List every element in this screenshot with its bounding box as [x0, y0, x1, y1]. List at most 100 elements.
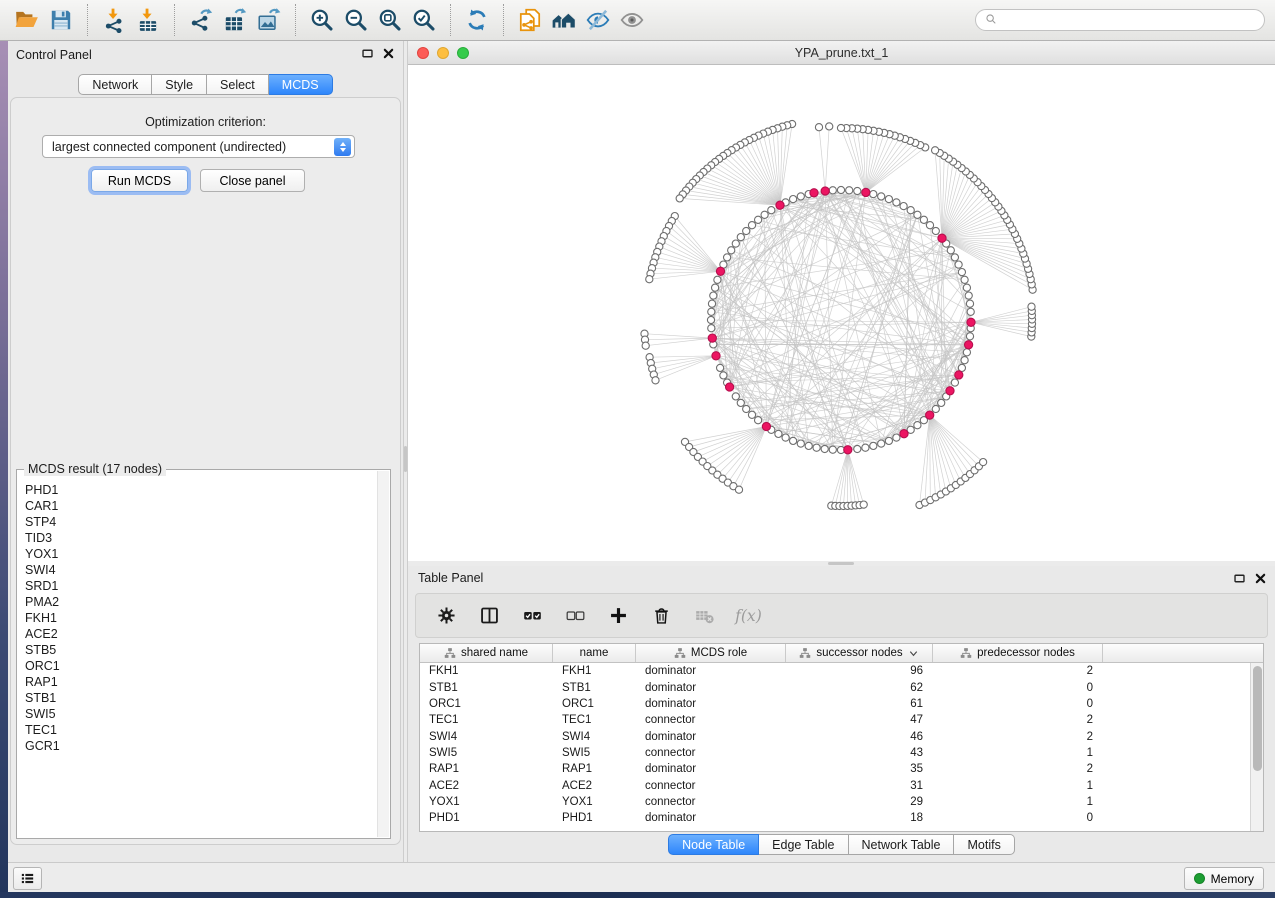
graph-node[interactable]	[813, 444, 820, 451]
graph-node[interactable]	[724, 254, 731, 261]
create-column-button[interactable]	[604, 602, 632, 630]
graph-mcds-node[interactable]	[776, 201, 784, 209]
graph-node[interactable]	[790, 196, 797, 203]
graph-node[interactable]	[870, 191, 877, 198]
graph-node[interactable]	[862, 444, 869, 451]
graph-node[interactable]	[732, 240, 739, 247]
export-network-button[interactable]	[184, 3, 218, 37]
mcds-result-item[interactable]: PHD1	[22, 482, 374, 498]
graph-mcds-node[interactable]	[821, 187, 829, 195]
table-scrollbar[interactable]	[1250, 663, 1263, 831]
graph-node[interactable]	[775, 430, 782, 437]
graph-mcds-node[interactable]	[955, 371, 963, 379]
graph-mcds-node[interactable]	[946, 387, 954, 395]
search-box[interactable]	[975, 9, 1265, 31]
mcds-result-item[interactable]: STB1	[22, 690, 374, 706]
graph-node[interactable]	[963, 349, 970, 356]
maximize-window-icon[interactable]	[457, 47, 469, 59]
graph-mcds-node[interactable]	[862, 188, 870, 196]
graph-mcds-node[interactable]	[938, 234, 946, 242]
graph-node[interactable]	[907, 207, 914, 214]
memory-button[interactable]: Memory	[1184, 867, 1264, 890]
graph-node[interactable]	[965, 292, 972, 299]
graph-node[interactable]	[714, 276, 721, 283]
graph-node[interactable]	[797, 440, 804, 447]
network-titlebar[interactable]: YPA_prune.txt_1	[408, 41, 1275, 65]
graph-mcds-node[interactable]	[810, 189, 818, 197]
graph-node[interactable]	[966, 333, 973, 340]
table-row[interactable]: ACE2ACE2connector311	[420, 777, 1250, 793]
graph-node[interactable]	[870, 442, 877, 449]
table-row[interactable]: ORC1ORC1dominator610	[420, 696, 1250, 712]
graph-mcds-node[interactable]	[726, 383, 734, 391]
graph-node[interactable]	[951, 379, 958, 386]
table-tab-network-table[interactable]: Network Table	[849, 834, 955, 855]
show-columns-button[interactable]	[475, 602, 503, 630]
criterion-select[interactable]: largest connected component (undirected)	[42, 135, 355, 158]
run-mcds-button[interactable]: Run MCDS	[91, 169, 188, 192]
graph-node[interactable]	[878, 440, 885, 447]
zoom-selected-button[interactable]	[407, 3, 441, 37]
mcds-result-item[interactable]: FKH1	[22, 610, 374, 626]
graph-node[interactable]	[1028, 303, 1035, 310]
import-table-button[interactable]	[131, 3, 165, 37]
graph-node[interactable]	[708, 308, 715, 315]
graph-node[interactable]	[743, 227, 750, 234]
graph-node[interactable]	[951, 254, 958, 261]
graph-node[interactable]	[878, 193, 885, 200]
graph-mcds-node[interactable]	[712, 352, 720, 360]
table-tab-node-table[interactable]: Node Table	[668, 834, 759, 855]
graph-node[interactable]	[805, 442, 812, 449]
graph-node[interactable]	[743, 405, 750, 412]
graph-node[interactable]	[938, 399, 945, 406]
graph-node[interactable]	[815, 124, 822, 131]
export-table-button[interactable]	[218, 3, 252, 37]
delete-columns-button[interactable]	[647, 602, 675, 630]
graph-node[interactable]	[854, 445, 861, 452]
mcds-result-item[interactable]: TID3	[22, 530, 374, 546]
graph-node[interactable]	[737, 399, 744, 406]
graph-node[interactable]	[837, 124, 844, 131]
graph-node[interactable]	[885, 437, 892, 444]
graph-node[interactable]	[955, 261, 962, 268]
graph-node[interactable]	[728, 247, 735, 254]
graph-node[interactable]	[961, 357, 968, 364]
zoom-fit-button[interactable]	[373, 3, 407, 37]
graph-mcds-node[interactable]	[844, 446, 852, 454]
graph-mcds-node[interactable]	[716, 267, 724, 275]
graph-node[interactable]	[735, 486, 742, 493]
table-row[interactable]: RAP1RAP1dominator352	[420, 761, 1250, 777]
graph-node[interactable]	[708, 300, 715, 307]
table-row[interactable]: YOX1YOX1connector291	[420, 794, 1250, 810]
graph-node[interactable]	[826, 123, 833, 130]
table-row[interactable]: SWI5SWI5connector431	[420, 745, 1250, 761]
column-header-successor-nodes[interactable]: successor nodes	[786, 644, 933, 662]
graph-node[interactable]	[737, 234, 744, 241]
table-row[interactable]: SWI4SWI4dominator462	[420, 728, 1250, 744]
column-header-name[interactable]: name	[553, 644, 636, 662]
mcds-result-item[interactable]: ORC1	[22, 658, 374, 674]
graph-node[interactable]	[676, 195, 683, 202]
graph-node[interactable]	[932, 147, 939, 154]
show-panels-button[interactable]	[13, 867, 42, 890]
network-canvas[interactable]	[408, 65, 1275, 561]
close-panel-button[interactable]: Close panel	[200, 169, 305, 192]
graph-node[interactable]	[768, 207, 775, 214]
graph-node[interactable]	[748, 411, 755, 418]
graph-node[interactable]	[932, 227, 939, 234]
hide-elements-button[interactable]	[581, 3, 615, 37]
tab-network[interactable]: Network	[78, 74, 152, 95]
graph-node[interactable]	[932, 405, 939, 412]
close-window-icon[interactable]	[417, 47, 429, 59]
graph-node[interactable]	[652, 377, 659, 384]
mcds-result-list[interactable]: PHD1CAR1STP4TID3YOX1SWI4SRD1PMA2FKH1ACE2…	[22, 482, 374, 836]
graph-node[interactable]	[837, 186, 844, 193]
table-row[interactable]: STB1STB1dominator620	[420, 679, 1250, 695]
import-network-button[interactable]	[97, 3, 131, 37]
graph-node[interactable]	[846, 187, 853, 194]
graph-node[interactable]	[854, 187, 861, 194]
graph-node[interactable]	[732, 393, 739, 400]
table-row[interactable]: PHD1PHD1dominator180	[420, 810, 1250, 826]
graph-node[interactable]	[646, 276, 653, 283]
export-image-button[interactable]	[252, 3, 286, 37]
